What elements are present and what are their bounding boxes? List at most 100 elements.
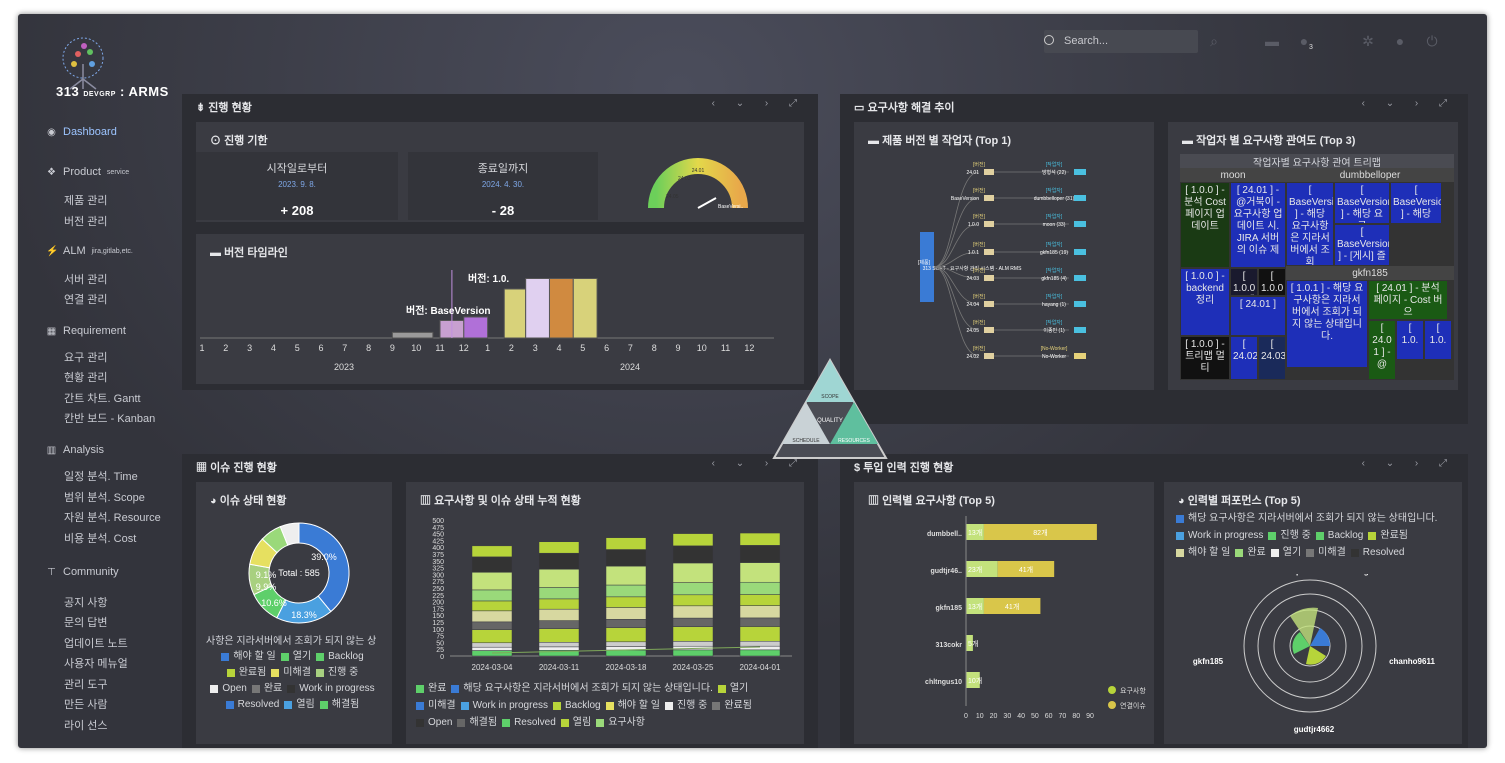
polar-legend-item[interactable]: 해야 할 일 [1176, 546, 1230, 560]
treemap-cell[interactable]: [ 1.0.1 ] - 해당 요구사항은 지라서버에서 조회가 되지 않는 상태… [1286, 280, 1368, 368]
nav-cost[interactable]: 비용 분석. Cost [64, 530, 136, 546]
chat-icon[interactable]: ▬ [1264, 33, 1280, 49]
donut-legend-item[interactable]: 해야 할 일 [221, 650, 276, 663]
nav-gantt[interactable]: 간트 차트. Gantt [64, 390, 141, 406]
hbar-chart: dumbbell.. 13개 82개 gudtjr46.. 23개 41개 gkfn185 1… [925, 516, 1146, 720]
treemap-cell[interactable]: [ 1.0.0 ] - 트리맵 멀티 [1180, 336, 1230, 380]
cum-legend-item[interactable]: 해야 할 일 [605, 699, 660, 713]
user-icon[interactable]: ● [1392, 33, 1408, 49]
nav-resource[interactable]: 자원 분석. Resource [64, 509, 161, 525]
donut-legend-item[interactable]: 열림 [284, 698, 315, 711]
cum-legend-item[interactable]: 완료됨 [712, 699, 752, 713]
nav-analysis[interactable]: ▥ Analysis [46, 444, 104, 456]
polar-legend-item[interactable]: 열기 [1270, 546, 1301, 560]
nav-server-manage[interactable]: 서버 관리 [64, 271, 108, 287]
search-input[interactable]: Search... [1044, 30, 1198, 53]
cumulative-legend: 완료 해당 요구사항은 지라서버에서 조회가 되지 않는 상태입니다. 열기미해결 W… [416, 682, 796, 733]
panel-controls[interactable]: ‹ ⌄ › ⤢ [1362, 458, 1456, 469]
treemap-cell[interactable]: [ BaseVersion ] - 해당 요구 [1334, 182, 1390, 224]
nav-makers[interactable]: 만든 사람 [64, 696, 108, 712]
treemap-cell[interactable]: [ 24.03 [1258, 336, 1286, 380]
donut-legend-item[interactable]: 해결됨 [319, 698, 359, 711]
treemap-cell[interactable]: [ 1.0.0 ] - backend 정리 [1180, 268, 1230, 336]
nav-requirement[interactable]: ▦ Requirement [46, 325, 126, 337]
nav-product-manage[interactable]: 제품 관리 [64, 192, 108, 208]
donut-legend-item[interactable]: 미해결 [271, 666, 311, 679]
search-button-icon[interactable]: ⌕ [1206, 33, 1222, 49]
nav-connection-manage[interactable]: 연결 관리 [64, 291, 108, 307]
polar-legend-item[interactable]: 완료됨 [1368, 529, 1408, 543]
polar-legend-item[interactable]: Work in progress [1176, 529, 1263, 543]
nav-time[interactable]: 일정 분석. Time [64, 468, 138, 484]
nav-product[interactable]: ❖ Product service [46, 166, 129, 178]
cum-legend-item[interactable]: 열림 [560, 716, 591, 730]
treemap-cell[interactable]: [ 1.0. [1396, 320, 1424, 360]
cum-legend-item[interactable]: Open [416, 716, 452, 730]
treemap-cell[interactable]: [ 24.01 ] [1230, 296, 1286, 336]
nav-kanban[interactable]: 칸반 보드 - Kanban [64, 410, 155, 426]
treemap-cell[interactable]: [ 1.0.0 ] - 에이 스캐 [1230, 268, 1258, 296]
nav-version-manage[interactable]: 버전 관리 [64, 213, 108, 229]
treemap-cell[interactable]: [ 1.0.0 ] - 분석 Cost 페이지 업데이트 [1180, 182, 1230, 268]
gauge-label: 24.01 [692, 168, 705, 174]
nav-manual[interactable]: 사용자 메뉴얼 [64, 655, 128, 671]
polar-legend-item[interactable]: Resolved [1350, 546, 1404, 560]
treemap-cell[interactable]: [ BaseVersion ] - [게시] 즐 [1334, 224, 1390, 266]
cum-legend-item[interactable]: 미해결 [416, 699, 456, 713]
donut-legend-item[interactable]: Work in progress [287, 682, 375, 695]
cum-legend-item[interactable]: 진행 중 [664, 699, 707, 713]
treemap-cell[interactable]: [ BaseVersion ] - 해당 [1390, 182, 1442, 224]
tree-worker-label: 이종민 (1) [1043, 327, 1065, 334]
polar-legend-item[interactable]: 진행 중 [1268, 529, 1311, 543]
treemap-cell[interactable]: [ BaseVersion ] - 해당 요구사항은 지라서버에서 조회 [1286, 182, 1334, 266]
nav-dashboard[interactable]: ◉ Dashboard [46, 126, 117, 138]
treemap-cell[interactable]: [ 1.0.0 ] [1258, 268, 1286, 296]
cum-legend-item[interactable]: 해당 요구사항은 지라서버에서 조회가 되지 않는 상태입니다. [451, 682, 713, 696]
donut-legend-item[interactable]: 완료됨 [226, 666, 266, 679]
power-icon[interactable]: ⏻ [1424, 33, 1440, 49]
nav-update-note[interactable]: 업데이트 노트 [64, 635, 128, 651]
polar-legend-item[interactable]: 해당 요구사항은 지라서버에서 조회가 되지 않는 상태입니다. [1176, 512, 1437, 526]
panel-controls[interactable]: ‹ ⌄ › ⤢ [712, 98, 806, 109]
nav-admin-tools[interactable]: 관리 도구 [64, 676, 108, 692]
cum-legend-item[interactable]: Backlog [553, 699, 601, 713]
donut-legend-item[interactable]: 완료 [251, 682, 282, 695]
donut-legend-item[interactable]: 열기 [280, 650, 311, 663]
quality-label: QUALITY [817, 418, 843, 424]
treemap-cell[interactable]: [ 24.0 1 ] - @ [1368, 320, 1396, 380]
legend-label: 미해결 [428, 700, 456, 711]
nav-scope[interactable]: 범위 분석. Scope [64, 489, 145, 505]
polar-legend-item[interactable]: 완료 [1235, 546, 1266, 560]
treemap-cell[interactable]: [ 1.0. [1424, 320, 1452, 360]
polar-legend-item[interactable]: Backlog [1315, 529, 1363, 543]
cum-legend-item[interactable]: 요구사항 [596, 716, 645, 730]
cum-legend-item[interactable]: 열기 [717, 682, 748, 696]
cum-legend-item[interactable]: Resolved [502, 716, 556, 730]
cum-xtick: 2024-03-25 [673, 663, 714, 672]
treemap-cell[interactable]: [ 24.02 [1230, 336, 1258, 380]
nav-alm[interactable]: ⚡ ALM jira,gitlab,etc. [46, 245, 133, 257]
cum-legend-item[interactable]: Work in progress [460, 699, 548, 713]
donut-legend-item[interactable]: Resolved [225, 698, 279, 711]
nav-notice[interactable]: 공지 사항 [64, 594, 108, 610]
quality-triangle[interactable]: SCOPE QUALITY SCHEDULE RESOURCES [770, 356, 890, 464]
donut-legend-item[interactable]: Open [210, 682, 247, 695]
nav-community[interactable]: ⊤ Community [46, 566, 118, 578]
cum-ytick: 325 [432, 566, 444, 573]
cum-bar-segment [672, 641, 714, 647]
treemap-cell[interactable]: [ 24.01 ] - 분석 페이지 - Cost 버으 [1368, 280, 1448, 320]
polar-legend-item[interactable]: 미해결 [1306, 546, 1346, 560]
donut-legend-item[interactable]: Backlog [316, 650, 364, 663]
cum-legend-item[interactable]: 완료 [416, 682, 446, 696]
nav-qna[interactable]: 문의 답변 [64, 614, 108, 630]
nav-status-manage[interactable]: 현황 관리 [64, 369, 108, 385]
donut-legend-item[interactable]: 진행 중 [315, 666, 358, 679]
nav-license[interactable]: 라이 선스 [64, 717, 108, 733]
panel-controls[interactable]: ‹ ⌄ › ⤢ [1362, 98, 1456, 109]
cum-legend-item[interactable]: 해결됨 [457, 716, 497, 730]
nav-req-manage[interactable]: 요구 관리 [64, 349, 108, 365]
logo[interactable]: 313 DEVGRP : ARMS [46, 36, 168, 110]
legend-label: Open [428, 717, 453, 728]
treemap-cell[interactable]: [ 24.01 ] - @거북이 - 요구사항 업데이트 시. JIRA 서버의… [1230, 182, 1286, 268]
gear-icon[interactable]: ✲ [1360, 33, 1376, 49]
